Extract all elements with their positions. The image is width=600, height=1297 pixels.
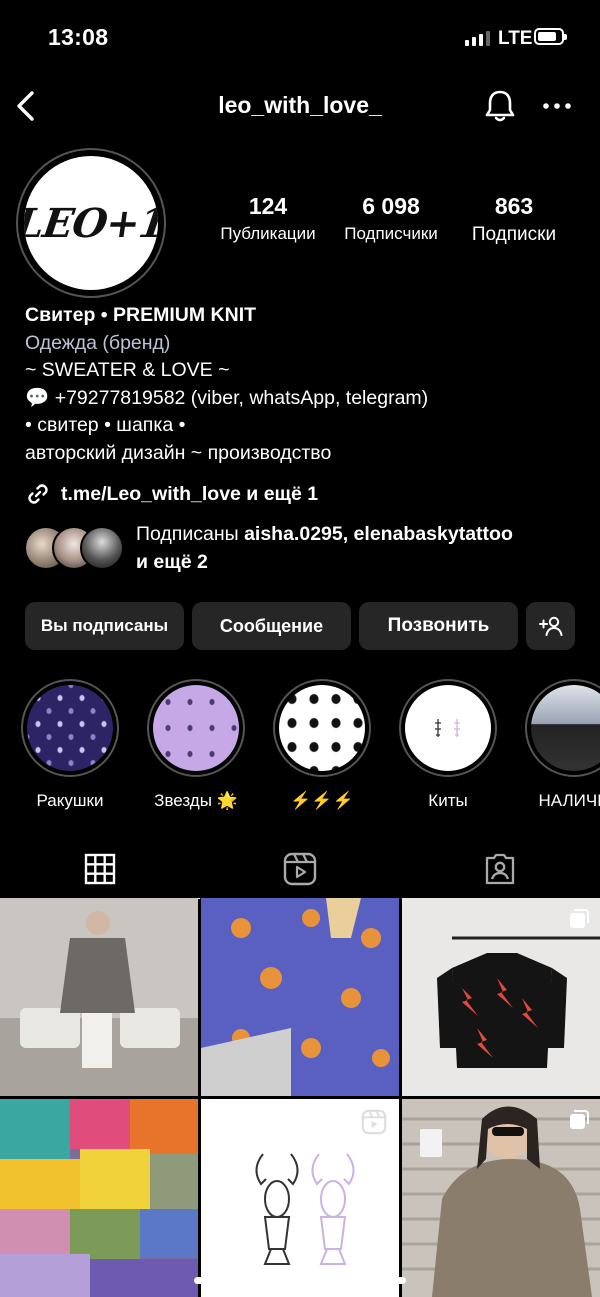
bio-line: ~ SWEATER & LOVE ~: [25, 359, 230, 381]
bio-category[interactable]: Одежда (бренд): [25, 330, 428, 358]
add-user-icon: [538, 616, 562, 636]
link-icon: [28, 484, 48, 504]
carousel-icon: [570, 1110, 589, 1129]
stat-posts[interactable]: 124 Публикации: [206, 193, 330, 244]
tab-reels[interactable]: [200, 840, 400, 899]
highlight-cover: [27, 685, 113, 771]
reels-icon: [283, 852, 317, 886]
network-label: LTE: [498, 28, 533, 49]
highlight-label: Киты: [428, 791, 468, 810]
battery-icon: [534, 28, 567, 45]
mutual-followers-text[interactable]: Подписаны aisha.0295, elenabaskytattoo и…: [136, 520, 586, 576]
post-thumbnail[interactable]: [402, 898, 600, 1096]
post-thumbnail[interactable]: [0, 898, 198, 1096]
mutual-prefix: Подписаны: [136, 523, 245, 545]
post-image: [201, 898, 399, 1096]
bell-icon[interactable]: [482, 88, 518, 124]
message-button[interactable]: Сообщение: [192, 602, 351, 650]
call-button[interactable]: Позвонить: [359, 602, 518, 650]
story-highlight[interactable]: НАЛИЧИ: [524, 679, 600, 811]
following-button[interactable]: Вы подписаны: [25, 602, 184, 650]
bio-link-text: t.me/Leo_with_love и ещё 1: [61, 482, 319, 505]
post-image: [0, 1099, 198, 1297]
stat-following-value: 863: [494, 193, 534, 219]
signal-icon: [465, 31, 490, 46]
mutual-names: aisha.0295, elenabaskytattoo: [244, 523, 513, 545]
mutual-suffix: и ещё 2: [136, 551, 208, 573]
highlight-cover: [531, 685, 600, 771]
tagged-icon: [485, 853, 515, 885]
highlight-cover: [279, 685, 365, 771]
grid-icon: [84, 853, 116, 885]
story-highlight[interactable]: Ракушки: [20, 679, 120, 811]
highlight-label: ⚡️⚡️⚡️: [290, 791, 354, 810]
add-user-button[interactable]: [526, 602, 575, 650]
post-thumbnail[interactable]: [0, 1099, 198, 1297]
stat-following[interactable]: 863 Подписки: [458, 193, 570, 246]
highlight-cover: [153, 685, 239, 771]
bio-link[interactable]: t.me/Leo_with_love и ещё 1: [25, 481, 318, 507]
tab-tagged[interactable]: [400, 840, 600, 899]
reels-badge-icon: [361, 1109, 387, 1135]
stat-followers-label: Подписчики: [344, 224, 438, 243]
brand-logo: LEO+1: [24, 199, 158, 247]
avatar[interactable]: LEO+1: [24, 156, 158, 290]
post-image: [0, 911, 198, 1096]
home-indicator[interactable]: [194, 1277, 406, 1284]
status-time: 13:08: [48, 24, 109, 50]
post-thumbnail[interactable]: [402, 1099, 600, 1297]
story-highlight[interactable]: Звезды 🌟: [146, 679, 246, 811]
stat-followers-value: 6 098: [362, 193, 420, 219]
highlight-cover: [405, 685, 491, 771]
bio: Свитер • PREMIUM KNIT Одежда (бренд) ~ S…: [25, 302, 428, 467]
more-options-icon[interactable]: [540, 94, 574, 118]
stat-followers[interactable]: 6 098 Подписчики: [332, 193, 450, 244]
post-thumbnail[interactable]: [201, 898, 399, 1096]
stat-following-label: Подписки: [471, 224, 557, 245]
bio-line: • свитер • шапка •: [25, 414, 186, 436]
lobster-icon: [435, 719, 460, 737]
carousel-icon: [570, 909, 589, 928]
stat-posts-label: Публикации: [220, 224, 316, 243]
stat-posts-value: 124: [248, 193, 288, 219]
bio-line: 💬 +79277819582 (viber, whatsApp, telegra…: [25, 386, 429, 409]
bio-name: Свитер • PREMIUM KNIT: [25, 304, 257, 326]
post-thumbnail[interactable]: [201, 1099, 399, 1297]
tab-posts-grid[interactable]: [0, 840, 200, 899]
highlight-label: Звезды 🌟: [154, 791, 238, 810]
highlight-label: Ракушки: [36, 791, 104, 810]
avatar: [80, 526, 124, 570]
bio-line: авторский дизайн ~ производство: [25, 441, 332, 464]
story-highlight[interactable]: ⚡️⚡️⚡️: [272, 679, 372, 811]
highlight-label: НАЛИЧИ: [538, 791, 600, 810]
mutual-avatars[interactable]: [24, 526, 124, 570]
story-highlight[interactable]: Киты: [398, 679, 498, 811]
